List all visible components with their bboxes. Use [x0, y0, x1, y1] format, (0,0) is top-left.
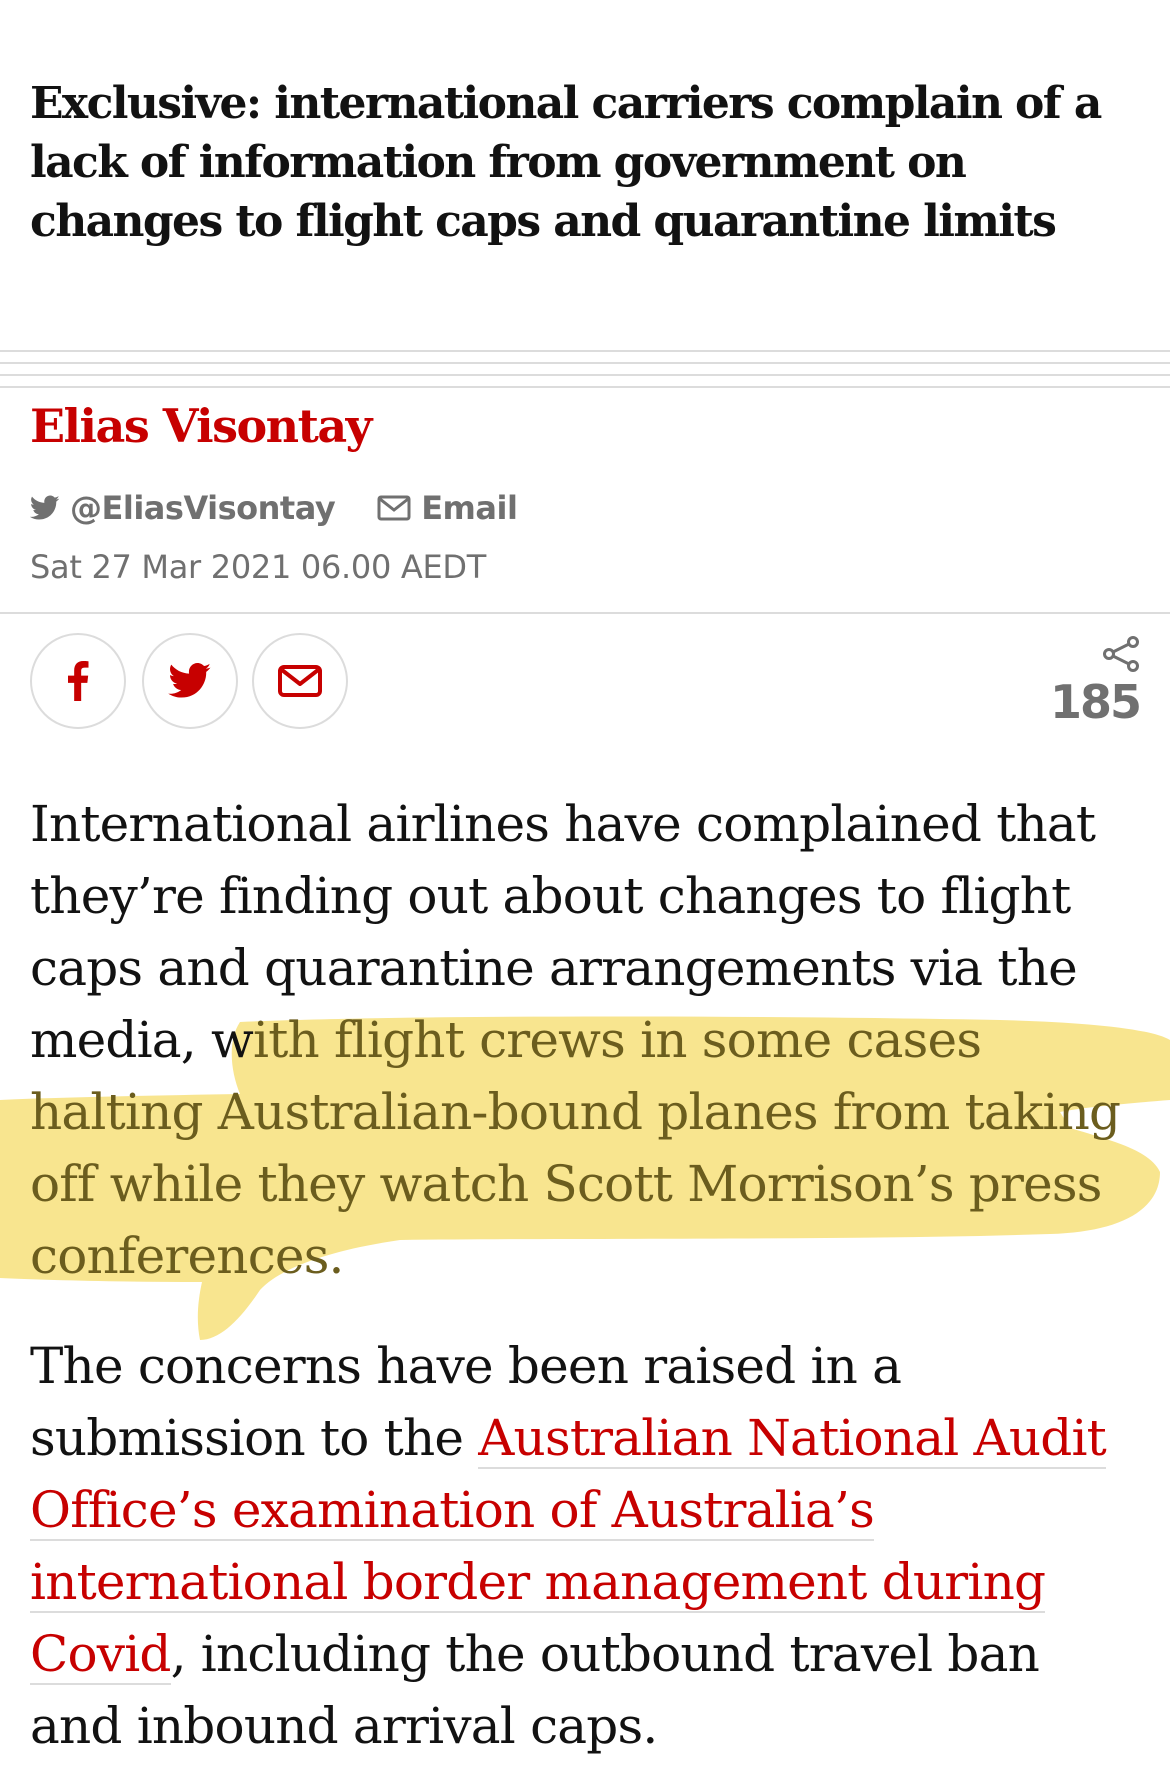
- share-twitter-button[interactable]: [142, 633, 238, 729]
- publication-date: Sat 27 Mar 2021 06.00 AEDT: [30, 548, 486, 586]
- email-icon: [278, 665, 322, 697]
- share-count[interactable]: 185: [1049, 636, 1142, 729]
- share-count-number: 185: [1049, 675, 1142, 729]
- share-email-button[interactable]: [252, 633, 348, 729]
- share-facebook-button[interactable]: [30, 633, 126, 729]
- divider: [0, 362, 1170, 364]
- paragraph-text: , including the outbound travel ban and …: [30, 1625, 1040, 1755]
- byline-contact-row: @EliasVisontay Email: [30, 486, 559, 530]
- article-paragraph: International airlines have complained t…: [30, 788, 1140, 1292]
- twitter-icon: [168, 663, 211, 698]
- divider: [0, 350, 1170, 352]
- article-paragraph: The concerns have been raised in a submi…: [30, 1330, 1140, 1762]
- twitter-icon: [30, 495, 60, 520]
- divider: [0, 374, 1170, 376]
- article-standfirst: Exclusive: international carriers compla…: [30, 78, 1102, 247]
- email-label: Email: [421, 489, 518, 527]
- email-author-link[interactable]: Email: [377, 489, 518, 527]
- share-icon: [1103, 636, 1139, 672]
- email-icon: [377, 495, 411, 521]
- twitter-handle-link[interactable]: @EliasVisontay: [30, 489, 336, 527]
- divider: [0, 612, 1170, 614]
- divider: [0, 386, 1170, 388]
- byline-author-link[interactable]: Elias Visontay: [30, 396, 372, 456]
- facebook-icon: [68, 661, 89, 701]
- twitter-handle-text: @EliasVisontay: [70, 489, 336, 527]
